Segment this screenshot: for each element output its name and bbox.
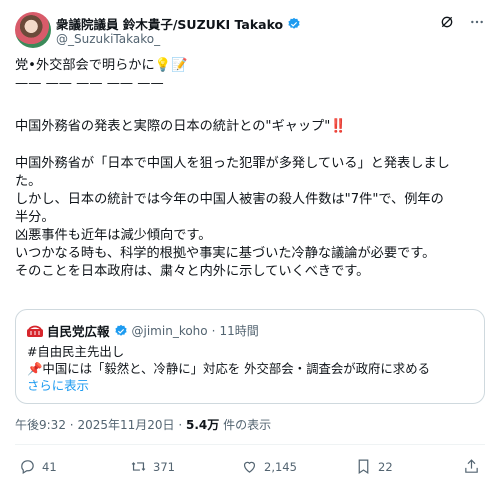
- quoted-post[interactable]: 自民党広報 @jimin_koho · 11時間 #自由民主先出し 📌中国には「…: [15, 309, 485, 404]
- share-button[interactable]: [463, 458, 480, 475]
- divider: [15, 444, 485, 445]
- avatar[interactable]: [15, 12, 51, 48]
- quoted-post-text: #自由民主先出し 📌中国には「毅然と、冷静に」対応を 外交部会・調査会が政府に求…: [27, 343, 430, 394]
- repost-count: 371: [153, 459, 175, 474]
- ldp-logo-icon: [27, 325, 43, 337]
- repost-icon: [131, 462, 146, 471]
- post-date[interactable]: 2025年11月20日: [77, 418, 174, 432]
- post-time[interactable]: 午後9:32: [15, 418, 66, 432]
- post-text-body: 中国外務省が「日本で中国人を狙った犯罪が多発している」と発表しまし た。 しかし…: [15, 155, 485, 281]
- quoted-separator: ·: [211, 323, 216, 338]
- verified-badge-icon: [288, 17, 300, 29]
- post-line: 凶悪事件も近年は減少傾向です。: [15, 228, 212, 243]
- like-button[interactable]: 2,145: [241, 458, 297, 475]
- like-count: 2,145: [264, 459, 297, 474]
- quoted-line: 📌中国には「毅然と、冷静に」対応を 外交部会・調査会が政府に求める: [27, 361, 430, 376]
- post-line: た。: [15, 174, 42, 189]
- more-icon[interactable]: [469, 14, 485, 30]
- quoted-post-header: 自民党広報 @jimin_koho · 11時間: [27, 321, 259, 340]
- post-line: —— —— —— —— ——: [15, 76, 164, 91]
- quoted-account-name[interactable]: 自民党広報: [47, 321, 110, 340]
- show-more-link[interactable]: さらに表示: [27, 377, 430, 394]
- post-line: 中国外務省が「日本で中国人を狙った犯罪が多発している」と発表しまし: [15, 156, 450, 171]
- author-display-name[interactable]: 衆議院議員 鈴木貴子/SUZUKI Takako: [56, 14, 283, 33]
- grok-icon[interactable]: [439, 14, 455, 30]
- share-icon: [465, 459, 478, 473]
- post-line: 党•外交部会で明らかに💡📝: [15, 58, 188, 73]
- quoted-handle[interactable]: @jimin_koho: [132, 324, 208, 338]
- post-line: 半分。: [15, 210, 55, 225]
- action-bar: 41 371 2,145 22: [15, 458, 485, 478]
- post-meta: 午後9:32 · 2025年11月20日 · 5.4万 件の表示: [15, 416, 271, 433]
- quoted-line: #自由民主先出し: [27, 344, 125, 359]
- bookmark-icon: [358, 459, 369, 475]
- views-count: 5.4万: [186, 418, 220, 432]
- repost-button[interactable]: 371: [130, 458, 175, 475]
- post-line: 中国外務省の発表と実際の日本の統計との"ギャップ"‼️: [15, 119, 347, 134]
- reply-button[interactable]: 41: [19, 458, 57, 475]
- meta-separator: ·: [69, 418, 74, 432]
- author-name-row: 衆議院議員 鈴木貴子/SUZUKI Takako: [56, 14, 301, 33]
- bookmark-button[interactable]: 22: [355, 458, 393, 475]
- verified-badge-icon: [114, 324, 127, 336]
- post-line: いつかなる時も、科学的根拠や事実に基づいた冷静な議論が必要です。: [15, 246, 436, 261]
- meta-separator: ·: [178, 418, 183, 432]
- post-line: しかし、日本の統計では今年の中国人被害の殺人件数は"7件"で、例年の: [15, 192, 444, 207]
- views-label: 件の表示: [219, 418, 272, 432]
- reply-icon: [21, 460, 34, 474]
- post-line: そのことを日本政府は、粛々と内外に示していくべきです。: [15, 264, 370, 279]
- bookmark-count: 22: [378, 459, 393, 474]
- post-text-heading: 中国外務省の発表と実際の日本の統計との"ギャップ"‼️: [15, 118, 485, 136]
- post-top-actions: [439, 14, 485, 30]
- post-text-intro: 党•外交部会で明らかに💡📝 —— —— —— —— ——: [15, 57, 485, 93]
- reply-count: 41: [42, 459, 57, 474]
- like-icon: [243, 461, 256, 473]
- author-handle[interactable]: @_SuzukiTakako_: [56, 32, 160, 46]
- quoted-time[interactable]: 11時間: [219, 322, 258, 339]
